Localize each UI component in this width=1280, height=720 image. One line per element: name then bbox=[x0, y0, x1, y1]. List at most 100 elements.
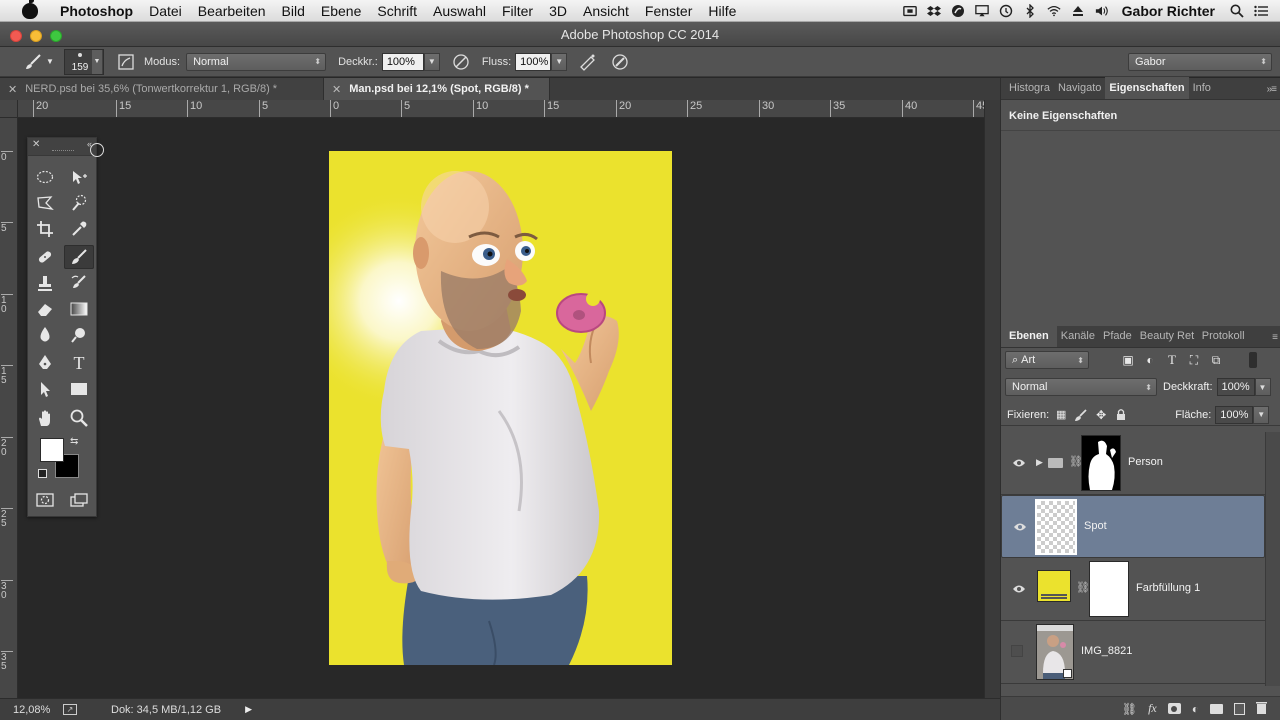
flow-input[interactable]: 100% bbox=[515, 52, 552, 71]
notification-center-icon[interactable] bbox=[1254, 4, 1268, 18]
filter-type-layers-icon[interactable]: T bbox=[1163, 352, 1181, 368]
ellipse-marquee-tool-icon[interactable] bbox=[30, 165, 60, 189]
layer-mask-thumbnail[interactable] bbox=[1081, 435, 1121, 491]
type-tool-icon[interactable]: T bbox=[64, 351, 94, 375]
opacity-dropdown-icon[interactable]: ▼ bbox=[423, 52, 440, 71]
layer-row-fill[interactable]: ⛓ Farbfüllung 1 bbox=[1001, 558, 1265, 621]
tab-history[interactable]: Protokoll bbox=[1198, 325, 1249, 347]
ruler-corner[interactable] bbox=[0, 100, 18, 118]
close-window-button[interactable] bbox=[10, 30, 22, 42]
status-menu-arrow-icon[interactable]: ▶ bbox=[245, 704, 252, 715]
tab-properties[interactable]: Eigenschaften bbox=[1105, 77, 1189, 99]
close-tab-icon[interactable]: ✕ bbox=[8, 83, 17, 96]
foreground-color-swatch-front[interactable] bbox=[40, 438, 64, 462]
wifi-icon[interactable] bbox=[1047, 4, 1061, 18]
default-colors-icon[interactable] bbox=[38, 469, 47, 478]
layer-row-img[interactable]: IMG_8821 bbox=[1001, 621, 1265, 684]
tab-histogram[interactable]: Histogra bbox=[1005, 77, 1054, 99]
blend-mode-select[interactable]: Normal ⬍ bbox=[186, 52, 327, 71]
delete-layer-icon[interactable] bbox=[1256, 701, 1267, 717]
eject-icon[interactable] bbox=[1071, 4, 1085, 18]
menu-datei[interactable]: Datei bbox=[141, 3, 190, 19]
pressure-opacity-icon[interactable] bbox=[450, 51, 472, 73]
volume-icon[interactable] bbox=[1095, 4, 1109, 18]
add-mask-icon[interactable] bbox=[1167, 703, 1181, 714]
layer-opacity-input[interactable]: 100% bbox=[1216, 378, 1255, 396]
menu-user-name[interactable]: Gabor Richter bbox=[1114, 3, 1225, 19]
spotlight-search-icon[interactable] bbox=[1230, 4, 1244, 18]
menu-fenster[interactable]: Fenster bbox=[637, 3, 700, 19]
healing-brush-tool-icon[interactable] bbox=[30, 245, 60, 269]
visibility-eye-icon[interactable] bbox=[1012, 584, 1026, 594]
swap-colors-icon[interactable]: ⇆ bbox=[70, 436, 78, 447]
menu-schrift[interactable]: Schrift bbox=[369, 3, 425, 19]
menu-bild[interactable]: Bild bbox=[274, 3, 313, 19]
blur-tool-icon[interactable] bbox=[30, 323, 60, 347]
close-tab-icon[interactable]: ✕ bbox=[332, 83, 341, 96]
layer-name[interactable]: Spot bbox=[1084, 520, 1107, 532]
polygonal-lasso-tool-icon[interactable] bbox=[30, 191, 60, 215]
brush-tool-icon[interactable] bbox=[64, 245, 94, 269]
tab-info[interactable]: Info bbox=[1189, 77, 1215, 99]
document-image[interactable] bbox=[329, 151, 672, 665]
layer-row-person[interactable]: ▶ ⛓ Person bbox=[1001, 432, 1265, 495]
brush-panel-toggle-icon[interactable] bbox=[116, 52, 136, 72]
crop-tool-icon[interactable] bbox=[30, 217, 60, 241]
tools-panel-header[interactable]: ✕ « bbox=[28, 138, 96, 156]
visibility-eye-icon[interactable] bbox=[1012, 458, 1026, 468]
canvas-vertical-scrollbar[interactable] bbox=[984, 100, 1000, 698]
export-icon[interactable]: ↗ bbox=[63, 704, 77, 715]
fill-dropdown-icon[interactable]: ▼ bbox=[1253, 405, 1270, 424]
layer-name[interactable]: Person bbox=[1128, 456, 1163, 468]
tab-man[interactable]: ✕ Man.psd bei 12,1% (Spot, RGB/8) * bbox=[324, 78, 550, 100]
layer-filter-select[interactable]: ⌕ Art ⬍ bbox=[1005, 351, 1089, 369]
path-selection-tool-icon[interactable] bbox=[30, 377, 60, 401]
layer-style-fx-icon[interactable]: fx bbox=[1148, 701, 1157, 716]
menu-app-name[interactable]: Photoshop bbox=[50, 3, 141, 19]
layer-opacity-dropdown-icon[interactable]: ▼ bbox=[1254, 378, 1271, 396]
menu-3d[interactable]: 3D bbox=[541, 3, 575, 19]
bluetooth-icon[interactable] bbox=[1023, 4, 1037, 18]
document-size-info[interactable]: Dok: 34,5 MB/1,12 GB bbox=[111, 704, 221, 716]
vertical-ruler[interactable]: 0 5 1 0 1 5 2 0 2 5 3 0 3 5 bbox=[0, 118, 18, 698]
dodge-tool-icon[interactable] bbox=[64, 323, 94, 347]
filter-smart-objects-icon[interactable]: ⧉ bbox=[1207, 353, 1225, 368]
pressure-size-icon[interactable] bbox=[609, 51, 631, 73]
airplay-icon[interactable] bbox=[974, 4, 989, 18]
airbrush-icon[interactable] bbox=[577, 51, 599, 73]
minimize-window-button[interactable] bbox=[30, 30, 42, 42]
brush-size-picker[interactable]: 159 ▼ bbox=[64, 48, 104, 75]
eyedropper-tool-icon[interactable] bbox=[64, 217, 94, 241]
layer-mask-thumbnail[interactable] bbox=[1089, 561, 1129, 617]
history-brush-tool-icon[interactable] bbox=[64, 271, 94, 295]
lock-transparency-icon[interactable]: ▦ bbox=[1053, 408, 1069, 421]
quick-selection-tool-icon[interactable] bbox=[64, 191, 94, 215]
menu-filter[interactable]: Filter bbox=[494, 3, 541, 19]
visibility-toggle-empty[interactable] bbox=[1011, 645, 1023, 657]
new-adjustment-layer-icon[interactable]: ◐ bbox=[1192, 702, 1199, 716]
layer-name[interactable]: IMG_8821 bbox=[1081, 645, 1132, 657]
menu-ebene[interactable]: Ebene bbox=[313, 3, 369, 19]
filter-shape-layers-icon[interactable]: ⛶ bbox=[1185, 353, 1203, 368]
brush-preset-icon[interactable] bbox=[22, 51, 44, 73]
layer-thumbnail-transparent[interactable] bbox=[1035, 499, 1077, 555]
horizontal-ruler[interactable]: 20 15 10 5 0 5 10 15 20 25 30 35 40 45 bbox=[18, 100, 984, 118]
zoom-window-button[interactable] bbox=[50, 30, 62, 42]
sync-icon[interactable] bbox=[951, 4, 965, 18]
tab-paths[interactable]: Pfade bbox=[1099, 325, 1136, 347]
visibility-eye-icon[interactable] bbox=[1013, 522, 1027, 532]
tab-navigator[interactable]: Navigato bbox=[1054, 77, 1105, 99]
menu-ansicht[interactable]: Ansicht bbox=[575, 3, 637, 19]
display-icon[interactable] bbox=[902, 4, 917, 18]
layer-blend-mode-select[interactable]: Normal ⬍ bbox=[1005, 378, 1157, 396]
workspace-select[interactable]: Gabor ⬍ bbox=[1128, 52, 1272, 71]
flow-dropdown-icon[interactable]: ▼ bbox=[551, 52, 568, 71]
pen-tool-icon[interactable] bbox=[30, 351, 60, 375]
zoom-level[interactable]: 12,08% bbox=[13, 704, 63, 716]
fill-input[interactable]: 100% bbox=[1215, 405, 1254, 424]
new-group-icon[interactable] bbox=[1210, 703, 1223, 714]
lock-all-icon[interactable] bbox=[1113, 408, 1129, 421]
lock-position-icon[interactable]: ✥ bbox=[1093, 408, 1109, 422]
apple-icon[interactable] bbox=[22, 0, 38, 19]
hand-tool-icon[interactable] bbox=[30, 406, 60, 430]
